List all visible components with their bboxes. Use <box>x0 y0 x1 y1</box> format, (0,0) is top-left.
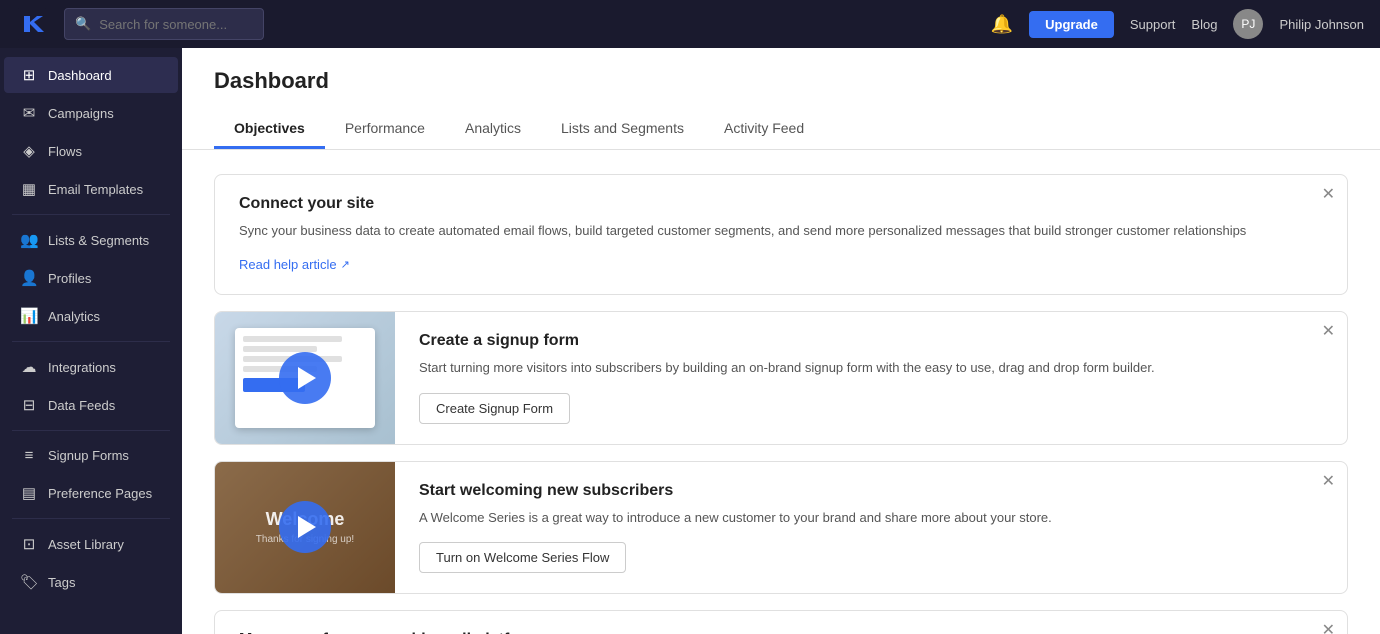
sidebar-divider-4 <box>12 518 170 519</box>
profiles-icon: 👤 <box>20 269 38 287</box>
signup-form-card-body: ✕ Create a signup form Start turning mor… <box>395 312 1347 444</box>
signup-close-button[interactable]: ✕ <box>1322 324 1335 340</box>
preference-pages-icon: ▤ <box>20 484 38 502</box>
sidebar-item-label: Preference Pages <box>48 486 152 501</box>
campaigns-icon: ✉ <box>20 104 38 122</box>
tab-lists-segments[interactable]: Lists and Segments <box>541 110 704 149</box>
create-signup-form-button[interactable]: Create Signup Form <box>419 393 570 424</box>
sidebar-item-campaigns[interactable]: ✉ Campaigns <box>4 95 178 131</box>
upgrade-button[interactable]: Upgrade <box>1029 11 1114 38</box>
sidebar-item-preference-pages[interactable]: ▤ Preference Pages <box>4 475 178 511</box>
page-header: Dashboard Objectives Performance Analyti… <box>182 48 1380 150</box>
support-link[interactable]: Support <box>1130 17 1176 32</box>
welcome-close-button[interactable]: ✕ <box>1322 474 1335 490</box>
page-content: ✕ Connect your site Sync your business d… <box>182 150 1380 634</box>
user-name: Philip Johnson <box>1279 17 1364 32</box>
move-over-close-button[interactable]: ✕ <box>1322 623 1335 634</box>
page-title: Dashboard <box>214 68 1348 94</box>
welcome-card-description: A Welcome Series is a great way to intro… <box>419 508 1323 529</box>
move-over-card: ✕ Move over from your old email platform <box>214 610 1348 634</box>
content-area: Dashboard Objectives Performance Analyti… <box>182 48 1380 634</box>
tab-bar: Objectives Performance Analytics Lists a… <box>214 110 1348 149</box>
avatar[interactable]: PJ <box>1233 9 1263 39</box>
sidebar-item-label: Signup Forms <box>48 448 129 463</box>
tab-objectives[interactable]: Objectives <box>214 110 325 149</box>
tab-performance[interactable]: Performance <box>325 110 445 149</box>
sidebar-item-dashboard[interactable]: ⊞ Dashboard <box>4 57 178 93</box>
top-navigation: 🔍 🔔 Upgrade Support Blog PJ Philip Johns… <box>0 0 1380 48</box>
sidebar-item-label: Tags <box>48 575 75 590</box>
sidebar-item-label: Email Templates <box>48 182 143 197</box>
sidebar-item-data-feeds[interactable]: ⊟ Data Feeds <box>4 387 178 423</box>
sidebar-divider-3 <box>12 430 170 431</box>
tags-icon: 🏷 <box>20 573 38 591</box>
welcome-thumbnail: Welcome Thanks for signing up! <box>215 462 395 594</box>
sidebar-item-flows[interactable]: ◈ Flows <box>4 133 178 169</box>
play-icon <box>298 367 316 389</box>
welcome-play-button[interactable] <box>279 501 331 553</box>
signup-play-button[interactable] <box>279 352 331 404</box>
signup-card-title: Create a signup form <box>419 332 1323 350</box>
mockup-line-1 <box>243 336 342 342</box>
signup-card-description: Start turning more visitors into subscri… <box>419 358 1323 379</box>
welcome-card-title: Start welcoming new subscribers <box>419 482 1323 500</box>
blog-link[interactable]: Blog <box>1191 17 1217 32</box>
notifications-icon[interactable]: 🔔 <box>991 14 1013 35</box>
sidebar-item-asset-library[interactable]: ⊡ Asset Library <box>4 526 178 562</box>
main-layout: ⊞ Dashboard ✉ Campaigns ◈ Flows ▦ Email … <box>0 48 1380 634</box>
connect-close-button[interactable]: ✕ <box>1322 187 1335 203</box>
klaviyo-logo <box>16 8 48 40</box>
sidebar-item-email-templates[interactable]: ▦ Email Templates <box>4 171 178 207</box>
turn-on-welcome-flow-button[interactable]: Turn on Welcome Series Flow <box>419 542 626 573</box>
integrations-icon: ☁ <box>20 358 38 376</box>
sidebar-item-label: Asset Library <box>48 537 124 552</box>
sidebar-item-label: Analytics <box>48 309 100 324</box>
welcome-card-body: ✕ Start welcoming new subscribers A Welc… <box>395 462 1347 594</box>
sidebar-item-label: Data Feeds <box>48 398 115 413</box>
sidebar-item-lists-segments[interactable]: 👥 Lists & Segments <box>4 222 178 258</box>
nav-actions: 🔔 Upgrade Support Blog PJ Philip Johnson <box>991 9 1364 39</box>
sidebar-item-label: Campaigns <box>48 106 114 121</box>
read-help-label: Read help article <box>239 257 337 272</box>
sidebar-divider-2 <box>12 341 170 342</box>
search-icon: 🔍 <box>75 16 91 32</box>
flows-icon: ◈ <box>20 142 38 160</box>
play-icon <box>298 516 316 538</box>
sidebar-item-label: Dashboard <box>48 68 112 83</box>
sidebar-item-analytics[interactable]: 📊 Analytics <box>4 298 178 334</box>
external-link-icon: ↗ <box>341 258 350 271</box>
search-input[interactable] <box>99 17 253 32</box>
signup-forms-icon: ≡ <box>20 447 38 464</box>
lists-icon: 👥 <box>20 231 38 249</box>
connect-site-card: ✕ Connect your site Sync your business d… <box>214 174 1348 295</box>
tab-analytics[interactable]: Analytics <box>445 110 541 149</box>
welcome-card: Welcome Thanks for signing up! ✕ Start w… <box>214 461 1348 595</box>
connect-card-title: Connect your site <box>239 195 1323 213</box>
email-templates-icon: ▦ <box>20 180 38 198</box>
connect-card-description: Sync your business data to create automa… <box>239 221 1323 242</box>
logo[interactable] <box>16 8 48 40</box>
tab-activity-feed[interactable]: Activity Feed <box>704 110 824 149</box>
search-bar[interactable]: 🔍 <box>64 8 264 40</box>
sidebar-item-profiles[interactable]: 👤 Profiles <box>4 260 178 296</box>
sidebar-item-label: Flows <box>48 144 82 159</box>
sidebar: ⊞ Dashboard ✉ Campaigns ◈ Flows ▦ Email … <box>0 48 182 634</box>
signup-form-card: ✕ Create a signup form Start turning mor… <box>214 311 1348 445</box>
data-feeds-icon: ⊟ <box>20 396 38 414</box>
sidebar-item-signup-forms[interactable]: ≡ Signup Forms <box>4 438 178 473</box>
dashboard-icon: ⊞ <box>20 66 38 84</box>
sidebar-item-integrations[interactable]: ☁ Integrations <box>4 349 178 385</box>
read-help-link[interactable]: Read help article ↗ <box>239 257 350 272</box>
sidebar-item-label: Profiles <box>48 271 91 286</box>
sidebar-item-tags[interactable]: 🏷 Tags <box>4 564 178 600</box>
sidebar-item-label: Integrations <box>48 360 116 375</box>
analytics-icon: 📊 <box>20 307 38 325</box>
signup-form-thumbnail <box>215 312 395 444</box>
sidebar-item-label: Lists & Segments <box>48 233 149 248</box>
sidebar-divider-1 <box>12 214 170 215</box>
asset-library-icon: ⊡ <box>20 535 38 553</box>
